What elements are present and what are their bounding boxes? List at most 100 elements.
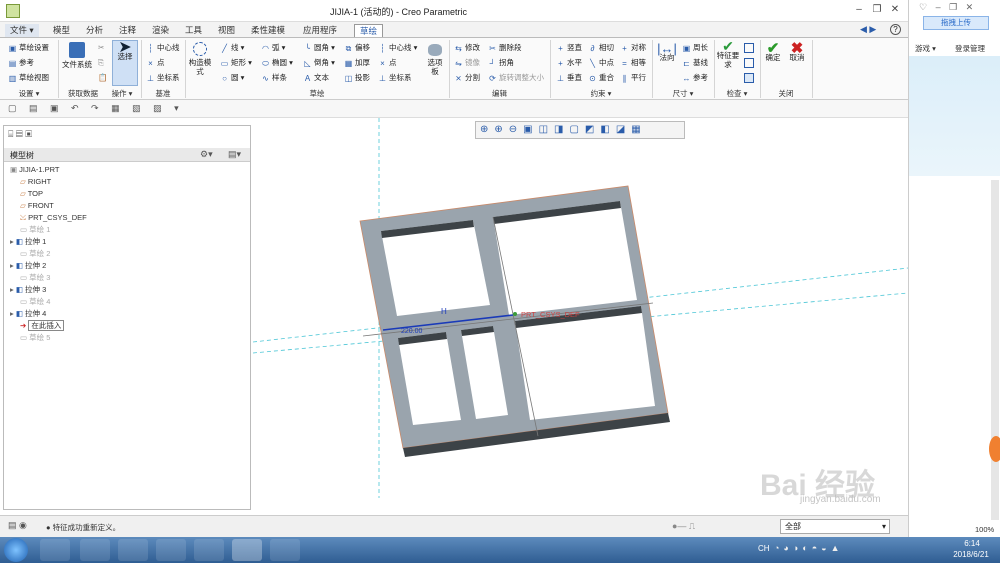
shade-closed-icon[interactable] (744, 58, 754, 68)
tab-annotate[interactable]: 注释 (114, 24, 141, 37)
upload-button[interactable]: 拖拽上传 (923, 16, 989, 30)
language-indicator[interactable]: CH (758, 544, 770, 553)
taskbar-app-creo[interactable] (232, 539, 262, 561)
sketch-view-button[interactable]: ▥ 草绘视图 (8, 73, 49, 83)
taskbar-app-browser[interactable] (40, 539, 70, 561)
tangent-constraint-button[interactable]: ∂ 相切 (588, 43, 614, 53)
tab-flexible-modeling[interactable]: 柔性建模 (246, 24, 290, 37)
arc-button[interactable]: ◠ 弧 ▾ (261, 43, 285, 53)
cut-icon[interactable]: ✂ (98, 43, 104, 53)
taskbar-app-paint[interactable] (270, 539, 300, 561)
coincident-constraint-button[interactable]: ⊙ 重合 (588, 73, 614, 83)
tab-sketch[interactable]: 草绘 (354, 24, 384, 37)
nav-arrows-icon[interactable]: ◀ ▶ (860, 24, 876, 35)
fillet-button[interactable]: ╰ 圆角 ▾ (303, 43, 335, 53)
tree-item-top[interactable]: ▱ TOP (20, 188, 43, 200)
tab-tools[interactable]: 工具 (180, 24, 207, 37)
tree-item-right[interactable]: ▱ RIGHT (20, 176, 51, 188)
filter-dropdown[interactable]: 全部 ▾ (780, 519, 890, 534)
ok-button[interactable]: ✔ 确定 (762, 41, 784, 62)
view-tools-icons[interactable]: ⊕⊕⊖▣◫◨▢◩◧◪▦ (480, 124, 647, 135)
tree-filter-icon[interactable]: ▤▾ (228, 149, 241, 160)
tree-item-extrude4[interactable]: ▸ ◧ 拉伸 4 (10, 308, 46, 320)
status-icons[interactable]: ▤ ◉ (8, 520, 27, 531)
perpendicular-constraint-button[interactable]: ⊥ 垂直 (556, 73, 582, 83)
tree-settings-icon[interactable]: ⚙▾ (200, 149, 213, 160)
taskbar-app-360[interactable] (194, 539, 224, 561)
start-button-icon[interactable] (4, 538, 28, 562)
vertical-constraint-button[interactable]: + 竖直 (556, 43, 582, 53)
tab-model[interactable]: 模型 (48, 24, 75, 37)
tree-tab-icons[interactable]: ⌸ ▤ ▣ (8, 129, 32, 140)
dimension-label[interactable]: 220.00 (401, 328, 423, 335)
parallel-constraint-button[interactable]: ∥ 平行 (620, 73, 647, 83)
qat-icons[interactable]: ▢ ▤ ▣ ↶ ↷ ▦ ▧ ▨ ▾ (8, 103, 184, 114)
thicken-button[interactable]: ▦ 加厚 (344, 58, 370, 68)
tab-render[interactable]: 渲染 (147, 24, 174, 37)
offset-button[interactable]: ⧉ 偏移 (344, 43, 370, 53)
copy-icon[interactable]: ⎘ (98, 58, 104, 68)
delete-segment-button[interactable]: ✂ 删除段 (488, 43, 521, 53)
cancel-button[interactable]: ✖ 取消 (786, 41, 808, 62)
select-button[interactable]: ➤ 选择 (112, 40, 138, 86)
text-button[interactable]: A 文本 (303, 73, 329, 83)
tab-applications[interactable]: 应用程序 (298, 24, 342, 37)
floating-badge-icon[interactable] (989, 436, 1000, 462)
tree-item-insert-here[interactable]: ➔ 在此插入 (20, 320, 65, 332)
horizontal-constraint-button[interactable]: + 水平 (556, 58, 582, 68)
datum-csys-button[interactable]: ⊥ 坐标系 (146, 73, 179, 83)
palette-button[interactable]: 选项板 (424, 44, 446, 76)
references-button[interactable]: ▤ 参考 (8, 58, 34, 68)
side-window-controls[interactable]: ♡ – ❐ ✕ (919, 2, 976, 13)
corner-button[interactable]: ┘ 拐角 (488, 58, 514, 68)
file-system-button[interactable]: 文件系统 (62, 42, 92, 69)
paste-icon[interactable]: 📋 (98, 73, 107, 83)
sketch-csys-button[interactable]: ⊥ 坐标系 (378, 73, 411, 83)
line-button[interactable]: ╱ 线 ▾ (220, 43, 244, 53)
tree-item-sketch5[interactable]: ▭ 草绘 5 (20, 332, 50, 344)
restore-icon[interactable]: ❐ (868, 3, 886, 17)
tab-view[interactable]: 视图 (213, 24, 240, 37)
perimeter-button[interactable]: ▣ 周长 (682, 43, 708, 53)
taskbar-app-media[interactable] (118, 539, 148, 561)
games-menu[interactable]: 游戏 ▾ (915, 43, 936, 54)
ellipse-button[interactable]: ⬭ 椭圆 ▾ (261, 58, 293, 68)
spline-button[interactable]: ∿ 样条 (261, 73, 287, 83)
symmetric-constraint-button[interactable]: + 对称 (620, 43, 646, 53)
feature-requirements-button[interactable]: ✔ 特征要求 (716, 39, 740, 69)
modify-button[interactable]: ⇆ 修改 (454, 43, 480, 53)
tree-item-sketch1[interactable]: ▭ 草绘 1 (20, 224, 50, 236)
rotate-resize-button[interactable]: ⟳ 旋转调整大小 (488, 73, 544, 83)
sketch-setup-button[interactable]: ▣ 草绘设置 (8, 43, 49, 53)
tab-analysis[interactable]: 分析 (81, 24, 108, 37)
project-button[interactable]: ◫ 投影 (344, 73, 370, 83)
reference-dimension-button[interactable]: ↔ 参考 (682, 73, 709, 83)
tree-item-front[interactable]: ▱ FRONT (20, 200, 54, 212)
rectangle-button[interactable]: ▭ 矩形 ▾ (220, 58, 252, 68)
chamfer-button[interactable]: ◺ 倒角 ▾ (303, 58, 334, 68)
normal-dimension-button[interactable]: |↔| 法向 (655, 42, 679, 62)
clock-date[interactable]: 2018/6/21 (945, 550, 997, 559)
tree-item-extrude2[interactable]: ▸ ◧ 拉伸 2 (10, 260, 46, 272)
toggle-icons[interactable]: ●— ⎍ (672, 521, 695, 532)
construction-mode-button[interactable]: 构造模式 (188, 42, 212, 76)
model-graphics[interactable]: H 220.00 PRT_CSYS_DEF (252, 118, 909, 510)
tree-item-extrude3[interactable]: ▸ ◧ 拉伸 3 (10, 284, 46, 296)
close-icon[interactable]: ✕ (886, 3, 904, 17)
minimize-icon[interactable]: – (850, 3, 868, 17)
tree-item-extrude1[interactable]: ▸ ◧ 拉伸 1 (10, 236, 46, 248)
help-icon[interactable]: ? (890, 24, 901, 35)
tree-item-csys[interactable]: ⤩ PRT_CSYS_DEF (20, 212, 87, 224)
sketch-point-button[interactable]: × 点 (378, 58, 396, 68)
tab-file[interactable]: 文件 ▾ (5, 24, 39, 37)
tree-item-sketch2[interactable]: ▭ 草绘 2 (20, 248, 50, 260)
tree-item-part[interactable]: ▣ JIJIA-1.PRT (10, 164, 59, 176)
midpoint-constraint-button[interactable]: ╲ 中点 (588, 58, 614, 68)
mirror-button[interactable]: ⇋ 镜像 (454, 58, 480, 68)
baseline-button[interactable]: ⊏ 基线 (682, 58, 708, 68)
highlight-open-icon[interactable] (744, 73, 754, 83)
taskbar-app-cloud[interactable] (156, 539, 186, 561)
side-scrollbar[interactable] (991, 180, 999, 520)
datum-centerline-button[interactable]: ┆ 中心线 (146, 43, 179, 53)
app-icon[interactable] (6, 4, 20, 18)
